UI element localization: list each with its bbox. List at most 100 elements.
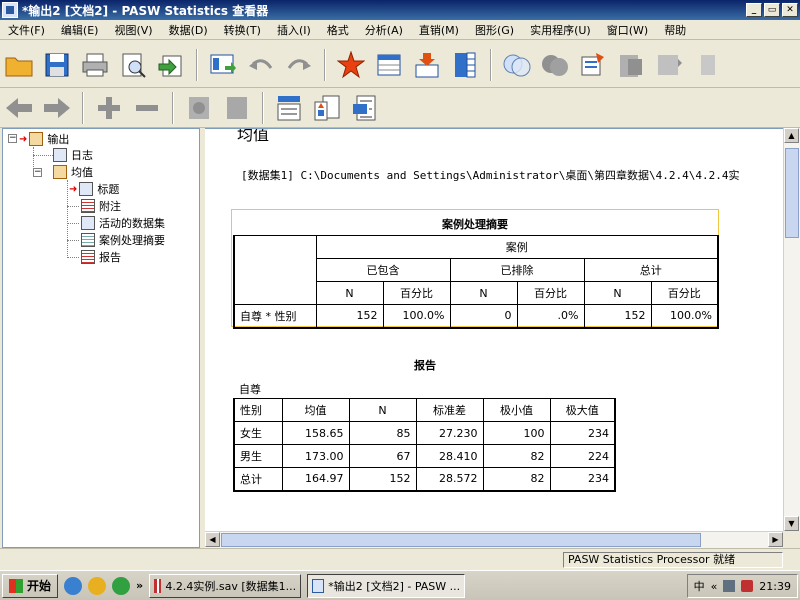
tree-node-notes[interactable]: 附注 [81, 198, 121, 214]
tree-line [67, 206, 79, 207]
collapse-root-toggle[interactable]: − [8, 134, 17, 143]
case-summary-title: 案例处理摘要 [442, 218, 508, 231]
tree-node-output[interactable]: ➜ 输出 [19, 131, 69, 147]
print-preview-icon[interactable] [116, 48, 150, 82]
tree-node-log[interactable]: 日志 [53, 147, 93, 163]
menu-direct-marketing[interactable]: 直销(M) [411, 22, 467, 38]
show-icon[interactable] [182, 91, 216, 125]
open-folder-icon[interactable] [2, 48, 36, 82]
scroll-up-arrow-icon[interactable]: ▲ [784, 128, 799, 143]
output-heading[interactable]: 均值 [237, 129, 269, 145]
expand-plus-icon[interactable] [92, 91, 126, 125]
tree-line [67, 257, 79, 258]
app-icon[interactable] [2, 2, 18, 18]
scroll-left-arrow-icon[interactable]: ◀ [205, 532, 220, 547]
tree-node-report[interactable]: 报告 [81, 249, 121, 265]
collapse-means-toggle[interactable]: − [33, 168, 42, 177]
menu-window[interactable]: 窗口(W) [599, 22, 656, 38]
more-toolbar-icon[interactable] [690, 48, 724, 82]
close-button[interactable]: ✕ [782, 3, 798, 17]
designate-window-icon[interactable] [614, 48, 648, 82]
menu-format[interactable]: 格式 [319, 22, 357, 38]
start-button[interactable]: 开始 [2, 573, 59, 598]
dataset-path-text[interactable]: [数据集1] C:\Documents and Settings\Adminis… [241, 167, 740, 183]
toolbar-separator [490, 48, 492, 81]
insert-heading-icon[interactable] [272, 91, 306, 125]
maximize-button[interactable]: ▭ [764, 3, 780, 17]
menu-view[interactable]: 视图(V) [106, 22, 160, 38]
use-sets-icon[interactable] [538, 48, 572, 82]
outline-pane[interactable]: − ➜ 输出 日志 − 均值 ➜ 标题 附注 活动的数据集 案例处理摘要 报告 [2, 128, 200, 548]
sub-header-total: 总计 [583, 258, 719, 282]
table-cell: 173.00 [281, 444, 350, 468]
pivot-icon[interactable] [448, 48, 482, 82]
menu-edit[interactable]: 编辑(E) [53, 22, 107, 38]
table-cell: 85 [348, 421, 417, 445]
scroll-down-arrow-icon[interactable]: ▼ [784, 516, 799, 531]
header-mean: 均值 [281, 398, 350, 422]
output-viewer-icon [312, 578, 325, 593]
col-header-n: N [583, 281, 652, 305]
horizontal-scrollbar[interactable]: ◀ ▶ [205, 531, 783, 548]
insert-text-icon[interactable] [348, 91, 382, 125]
minimize-button[interactable]: _ [746, 3, 762, 17]
ime-indicator[interactable]: 中 [694, 578, 705, 594]
horizontal-scroll-thumb[interactable] [221, 533, 701, 547]
header-n: N [348, 398, 417, 422]
redo-icon[interactable] [282, 48, 316, 82]
menu-analyze[interactable]: 分析(A) [357, 22, 411, 38]
menu-help[interactable]: 帮助 [656, 22, 694, 38]
show-data-icon[interactable] [652, 48, 686, 82]
tree-node-title[interactable]: ➜ 标题 [69, 181, 119, 197]
insert-title-icon[interactable] [310, 91, 344, 125]
tree-node-case-summary[interactable]: 案例处理摘要 [81, 232, 165, 248]
scripts-icon[interactable] [576, 48, 610, 82]
insert-cases-icon[interactable] [410, 48, 444, 82]
table-cell: 100 [482, 421, 551, 445]
print-icon[interactable] [78, 48, 112, 82]
ie-quicklaunch-icon[interactable] [64, 576, 83, 595]
task-data-editor[interactable]: 4.2.4实例.sav [数据集1... [149, 573, 302, 598]
demote-arrow-icon[interactable] [40, 91, 74, 125]
variables-icon[interactable] [372, 48, 406, 82]
menu-data[interactable]: 数据(D) [161, 22, 216, 38]
save-icon[interactable] [40, 48, 74, 82]
output-book-icon [29, 132, 44, 146]
vertical-scrollbar[interactable]: ▲ ▼ [783, 128, 800, 531]
tree-node-active-dataset[interactable]: 活动的数据集 [81, 215, 165, 231]
report-table[interactable]: 性别 均值 N 标准差 极小值 极大值 女生 158.65 85 27.230 … [233, 398, 616, 492]
menu-graphs[interactable]: 图形(G) [467, 22, 522, 38]
quicklaunch-overflow-icon[interactable]: » [136, 579, 143, 592]
goto-case-icon[interactable] [334, 48, 368, 82]
case-summary-table[interactable]: 案例 已包含 已排除 总计 N 百分比 N 百分比 N 百分比 自尊 * 性别 … [233, 235, 719, 329]
tray-overflow-icon[interactable]: « [711, 580, 718, 593]
windows-flag-icon [9, 578, 23, 593]
task-output-viewer[interactable]: *输出2 [文档2] - PASW ... [307, 573, 466, 598]
tree-node-means[interactable]: 均值 [53, 164, 93, 180]
group-header-cases: 案例 [315, 235, 719, 259]
security-shield-icon[interactable] [741, 580, 754, 592]
export-icon[interactable] [154, 48, 188, 82]
status-bar: PASW Statistics Processor 就绪 [0, 548, 800, 570]
network-tray-icon[interactable] [723, 580, 736, 592]
menu-utilities[interactable]: 实用程序(U) [522, 22, 599, 38]
menu-file[interactable]: 文件(F) [0, 22, 53, 38]
value-labels-icon[interactable] [500, 48, 534, 82]
menu-transform[interactable]: 转换(T) [216, 22, 269, 38]
undo-icon[interactable] [244, 48, 278, 82]
report-variable-label: 自尊 [239, 383, 261, 396]
tree-label-means: 均值 [71, 166, 93, 179]
menu-insert[interactable]: 插入(I) [269, 22, 319, 38]
output-content-pane[interactable]: 均值 [数据集1] C:\Documents and Settings\Admi… [205, 128, 783, 531]
taskbar: 开始 » 4.2.4实例.sav [数据集1... *输出2 [文档2] - P… [0, 570, 800, 600]
media-quicklaunch-icon[interactable] [88, 576, 107, 595]
title-icon [79, 182, 94, 196]
vertical-scroll-thumb[interactable] [785, 148, 799, 238]
log-icon [53, 148, 67, 162]
goto-data-icon[interactable] [206, 48, 240, 82]
refresh-quicklaunch-icon[interactable] [112, 576, 131, 595]
promote-arrow-icon[interactable] [2, 91, 36, 125]
hide-icon[interactable] [220, 91, 254, 125]
scroll-right-arrow-icon[interactable]: ▶ [768, 532, 783, 547]
collapse-minus-icon[interactable] [130, 91, 164, 125]
